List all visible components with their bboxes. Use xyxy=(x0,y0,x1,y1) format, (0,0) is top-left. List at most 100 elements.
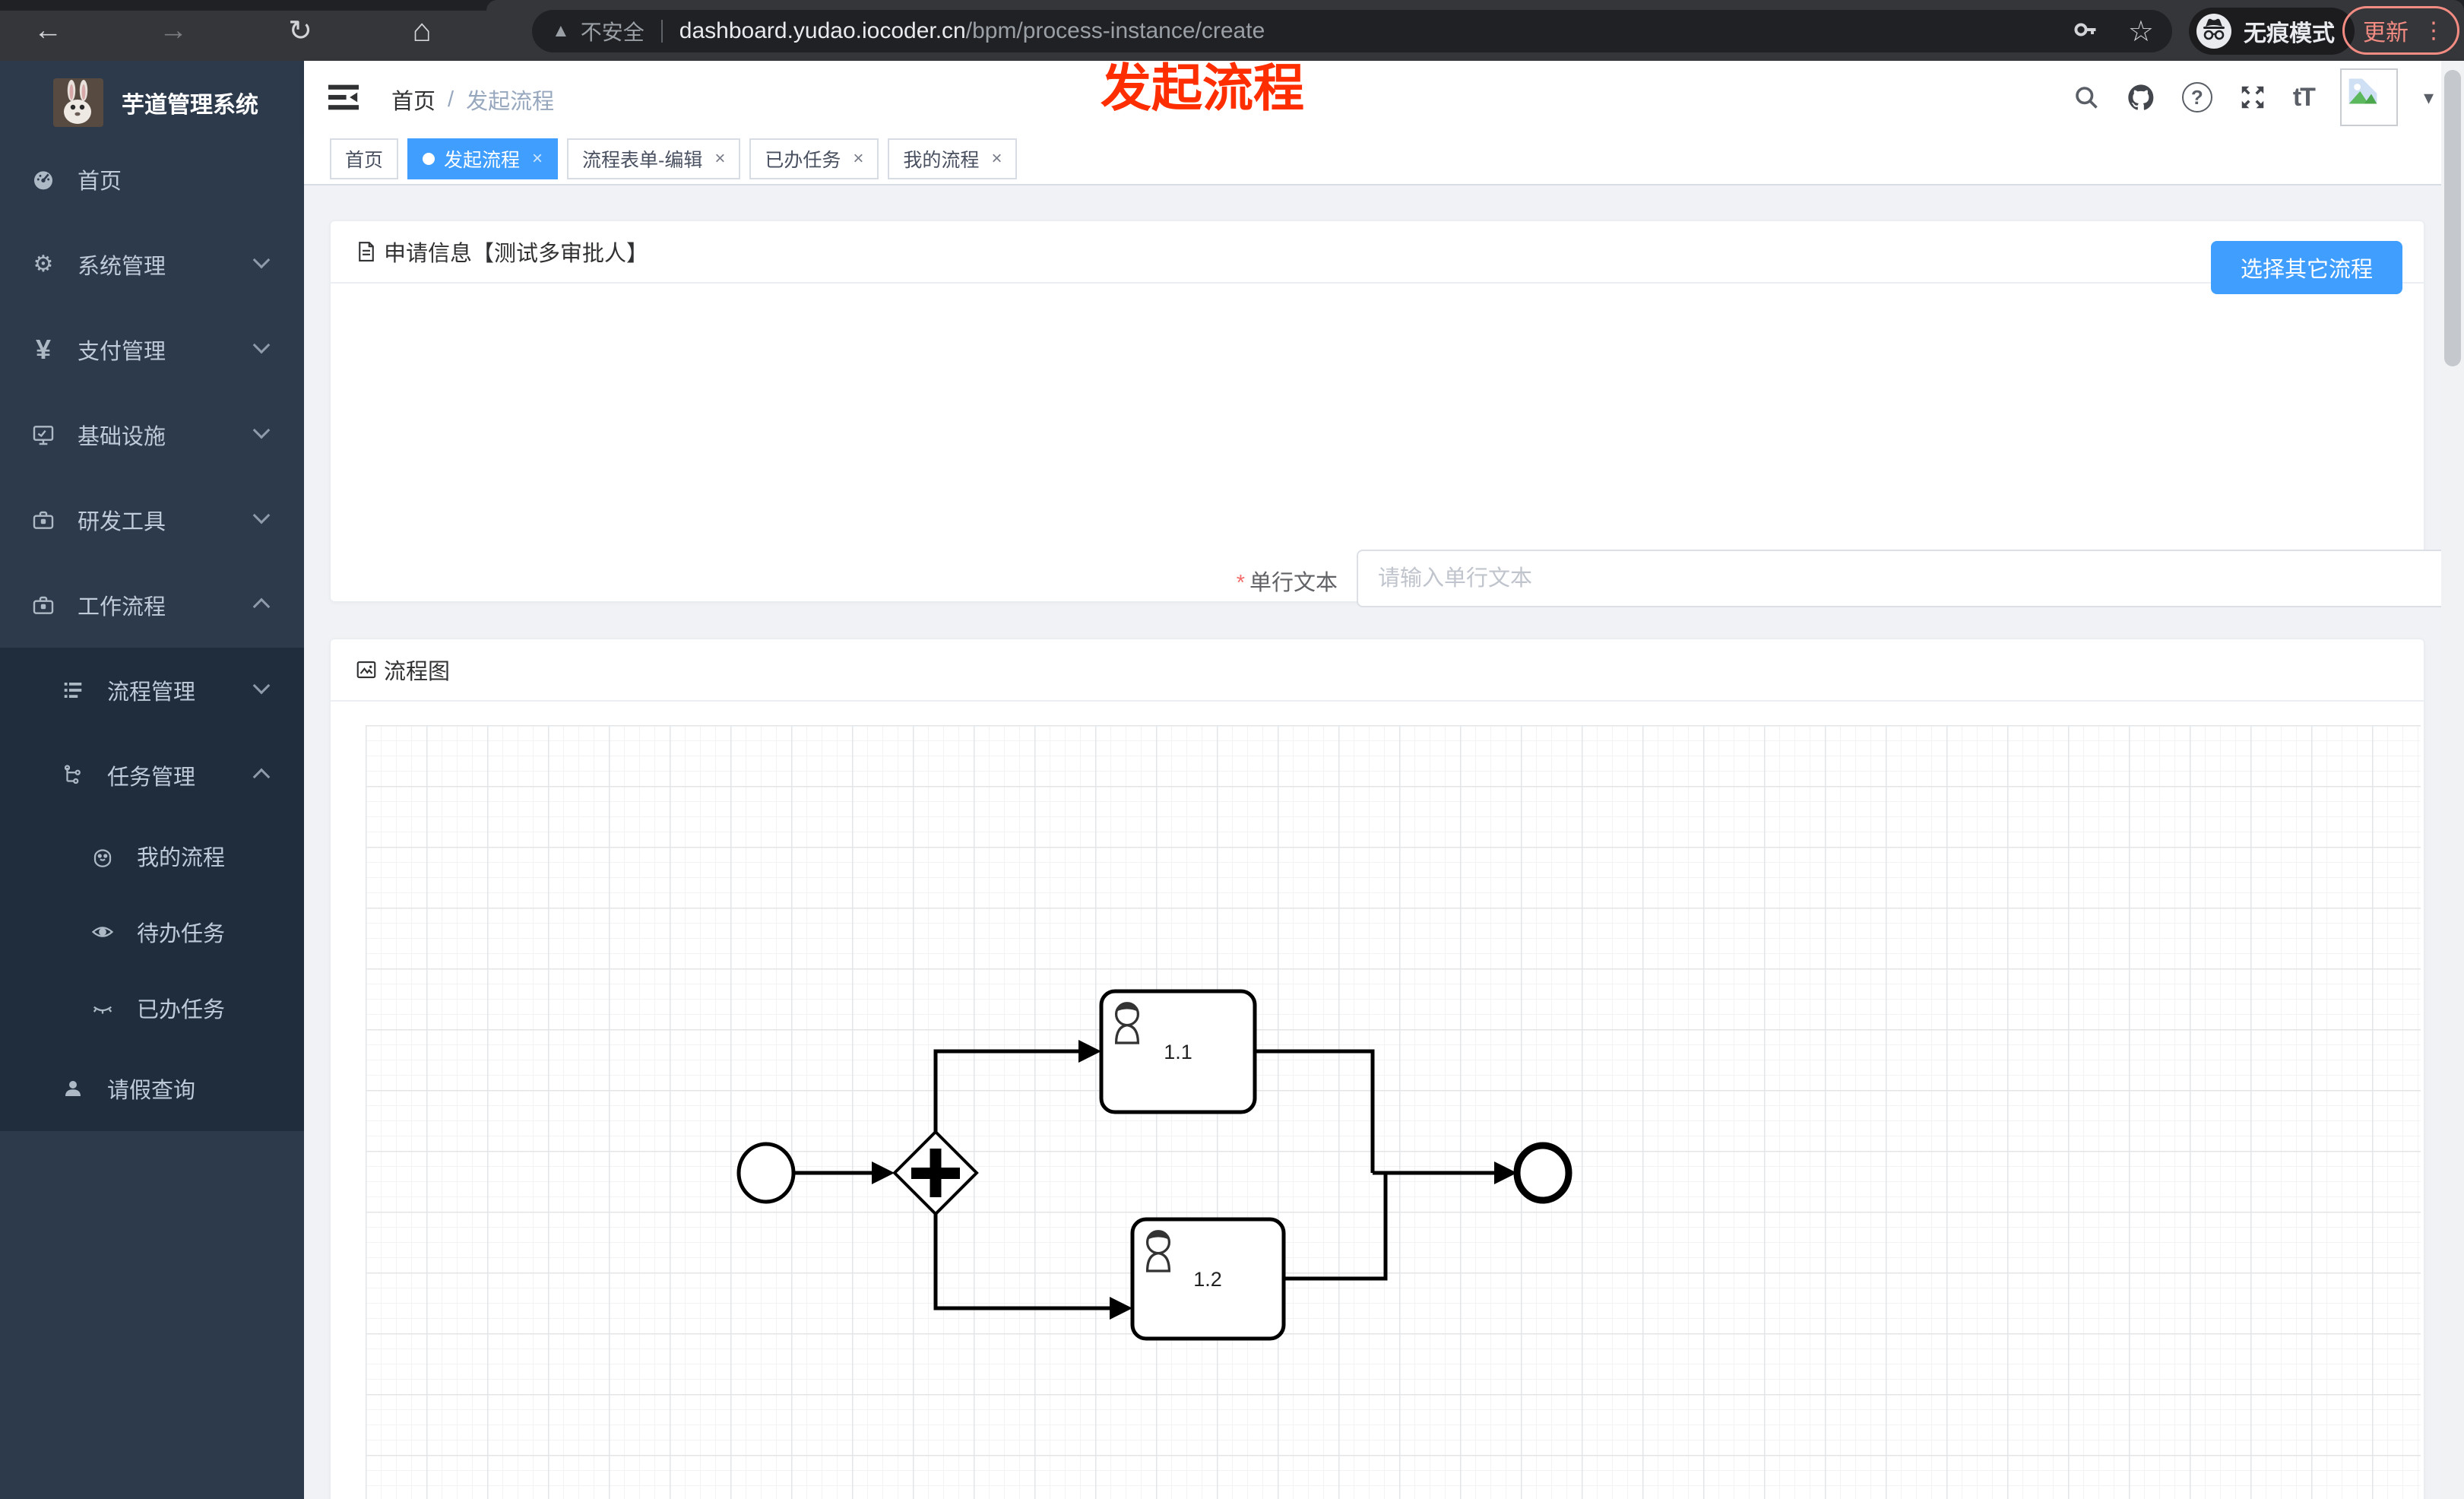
browser-active-tab[interactable] xyxy=(486,0,2464,11)
chevron-down-icon xyxy=(252,506,271,524)
sidebar-item-system[interactable]: ⚙ 系统管理 xyxy=(0,222,304,307)
sidebar-item-label: 我的流程 xyxy=(137,846,226,870)
sidebar-item-label: 待办任务 xyxy=(137,922,226,946)
end-event xyxy=(1513,1142,1572,1204)
tab-create-process[interactable]: 发起流程 × xyxy=(407,138,559,179)
tab-label: 发起流程 xyxy=(444,150,521,171)
close-icon[interactable]: × xyxy=(853,148,863,170)
github-icon[interactable] xyxy=(2126,82,2156,113)
field-label: 单行文本 xyxy=(1249,571,1338,595)
sidebar-collapse-icon[interactable] xyxy=(327,82,360,113)
app-title: 芋道管理系统 xyxy=(122,93,258,118)
breadcrumb: 首页 / 发起流程 xyxy=(391,84,554,116)
list-icon xyxy=(60,679,86,702)
breadcrumb-home[interactable]: 首页 xyxy=(391,84,435,116)
bpmn-diagram: 1.1 1.2 xyxy=(736,989,1572,1341)
chevron-down-icon xyxy=(252,336,271,354)
screen: ← → ↻ ⌂ ▲ 不安全 dashboard.yudao.iocoder.cn… xyxy=(0,0,2464,1499)
avatar-caret-icon[interactable]: ▾ xyxy=(2424,86,2434,109)
font-size-icon[interactable]: tT xyxy=(2293,83,2316,113)
sidebar-item-label: 任务管理 xyxy=(107,765,196,790)
browser-update-button[interactable]: 更新 ⋮ xyxy=(2342,6,2459,55)
tab-label: 已办任务 xyxy=(765,150,841,171)
monitor-icon xyxy=(30,423,56,447)
bookmark-star-icon[interactable]: ☆ xyxy=(2128,14,2154,49)
avatar[interactable] xyxy=(2339,68,2398,126)
sidebar-item-payment[interactable]: ¥ 支付管理 xyxy=(0,307,304,392)
page-scrollbar[interactable] xyxy=(2441,61,2464,1499)
start-event xyxy=(736,1142,796,1204)
close-icon[interactable]: × xyxy=(532,148,543,170)
user-task-1-2: 1.2 xyxy=(1130,1217,1286,1341)
sidebar-item-infra[interactable]: 基础设施 xyxy=(0,392,304,477)
security-warning-icon: ▲ xyxy=(552,21,570,41)
sidebar-item-home[interactable]: 首页 xyxy=(0,137,304,222)
task-label: 1.2 xyxy=(1193,1268,1222,1291)
user-task-icon xyxy=(1145,1230,1171,1272)
chevron-up-icon xyxy=(252,768,271,786)
form-card-title: 申请信息【测试多审批人】 xyxy=(384,242,649,266)
tab-label: 流程表单-编辑 xyxy=(582,150,703,171)
sidebar-item-leave-query[interactable]: 请假查询 xyxy=(0,1046,304,1131)
browser-home-button[interactable]: ⌂ xyxy=(395,0,448,61)
chevron-down-icon xyxy=(252,421,271,439)
process-diagram-card: 流程图 1.1 1.2 xyxy=(330,639,2424,1499)
url-domain: dashboard.yudao.iocoder.cn xyxy=(679,18,966,43)
workflow-submenu: 流程管理 任务管理 我的流程 待办任务 已办任务 请假查询 xyxy=(0,648,304,1131)
single-line-text-input[interactable] xyxy=(1357,550,2464,607)
tab-my-process[interactable]: 我的流程 × xyxy=(888,138,1018,179)
close-icon[interactable]: × xyxy=(991,148,1002,170)
browser-back-button[interactable]: ← xyxy=(21,0,74,61)
sidebar-item-label: 请假查询 xyxy=(107,1079,196,1103)
search-icon[interactable] xyxy=(2073,84,2100,111)
tab-form-edit[interactable]: 流程表单-编辑 × xyxy=(567,138,741,179)
incognito-label: 无痕模式 xyxy=(2244,21,2335,46)
top-navbar: 首页 / 发起流程 ? tT ▾ xyxy=(304,61,2464,134)
app-logo-row[interactable]: 芋道管理系统 xyxy=(0,71,304,134)
sidebar-item-todo-tasks[interactable]: 待办任务 xyxy=(0,894,304,970)
fullscreen-icon[interactable] xyxy=(2238,83,2267,112)
security-label[interactable]: 不安全 xyxy=(581,16,645,46)
breadcrumb-current: 发起流程 xyxy=(466,90,555,114)
tab-home[interactable]: 首页 xyxy=(330,138,399,179)
password-key-icon[interactable] xyxy=(2072,16,2099,47)
update-label: 更新 xyxy=(2363,21,2409,46)
url-path: /bpm/process-instance/create xyxy=(965,18,1265,43)
page-title-overlay: 发起流程 xyxy=(1101,60,1304,117)
dashboard-icon xyxy=(30,167,56,192)
omnibox-divider xyxy=(660,20,663,43)
tab-label: 首页 xyxy=(345,150,384,171)
eye-closed-icon xyxy=(90,997,116,1019)
chevron-down-icon xyxy=(252,251,271,269)
close-icon[interactable]: × xyxy=(714,148,725,170)
incognito-badge: 无痕模式 xyxy=(2189,8,2355,55)
field-label-text: * 单行文本 xyxy=(1110,565,1338,597)
sidebar-item-workflow[interactable]: 工作流程 xyxy=(0,563,304,648)
url-bar[interactable]: ▲ 不安全 dashboard.yudao.iocoder.cn /bpm/pr… xyxy=(532,10,2172,52)
browser-forward-button[interactable]: → xyxy=(147,0,200,61)
browser-menu-dots-icon[interactable]: ⋮ xyxy=(2422,17,2445,44)
scrollbar-thumb[interactable] xyxy=(2444,70,2461,366)
tab-done-tasks[interactable]: 已办任务 × xyxy=(749,138,879,179)
help-icon[interactable]: ? xyxy=(2181,82,2212,113)
sidebar-menu: 首页 ⚙ 系统管理 ¥ 支付管理 基础设施 研发工具 工作流程 流程管理 任务管… xyxy=(0,137,304,1131)
robot-icon xyxy=(90,845,116,867)
user-task-1-1: 1.1 xyxy=(1099,989,1257,1114)
sidebar-item-label: 工作流程 xyxy=(78,595,166,620)
sidebar-item-label: 首页 xyxy=(78,170,122,194)
sidebar-item-devtools[interactable]: 研发工具 xyxy=(0,477,304,563)
eye-icon xyxy=(90,921,116,943)
sidebar-item-my-process[interactable]: 我的流程 xyxy=(0,818,304,894)
required-marker: * xyxy=(1236,571,1245,595)
gear-icon: ⚙ xyxy=(33,252,54,277)
choose-other-process-button[interactable]: 选择其它流程 xyxy=(2211,241,2402,294)
sidebar-item-task-mgmt[interactable]: 任务管理 xyxy=(0,733,304,818)
parallel-gateway xyxy=(892,1130,979,1216)
browser-reload-button[interactable]: ↻ xyxy=(274,0,327,61)
user-icon xyxy=(60,1077,86,1100)
sidebar-item-process-mgmt[interactable]: 流程管理 xyxy=(0,648,304,733)
chevron-up-icon xyxy=(252,597,271,616)
task-label: 1.1 xyxy=(1164,1041,1192,1063)
chevron-down-icon xyxy=(252,677,271,695)
sidebar-item-done-tasks[interactable]: 已办任务 xyxy=(0,970,304,1046)
